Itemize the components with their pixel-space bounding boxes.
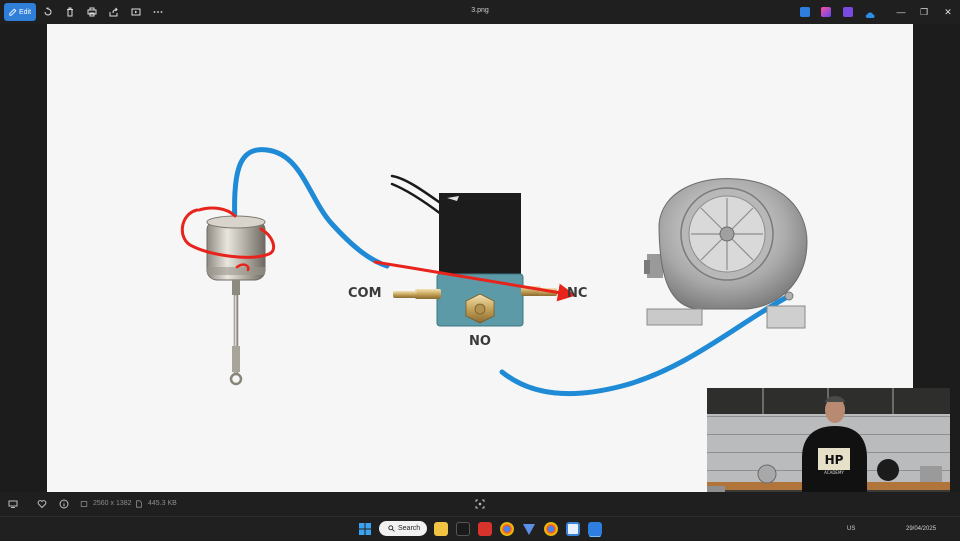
edit-button[interactable]: Edit xyxy=(4,3,36,21)
info-icon[interactable] xyxy=(59,499,69,509)
shirt-logo: HP xyxy=(825,453,844,467)
rotate-icon[interactable] xyxy=(42,6,54,18)
more-options-icon[interactable] xyxy=(152,6,164,18)
vpn-app-icon[interactable] xyxy=(522,522,536,536)
hose-no-to-turbo xyxy=(499,293,792,397)
image-dimensions: 2560 x 1382 xyxy=(93,500,132,507)
window-title: 3.png xyxy=(471,7,489,14)
taskbar: Search US 29/04/2025 xyxy=(0,516,960,540)
title-bar: Edit 3.png — ❐ ✕ xyxy=(0,0,960,24)
slideshow-icon[interactable] xyxy=(130,6,142,18)
file-size: 445.3 KB xyxy=(148,500,177,507)
print-icon[interactable] xyxy=(86,6,98,18)
minimize-button[interactable]: — xyxy=(894,5,908,19)
fit-to-window-icon[interactable] xyxy=(475,499,485,509)
wastegate-actuator xyxy=(206,215,266,386)
search-label: Search xyxy=(398,525,421,532)
clipchamp-app-icon[interactable] xyxy=(843,7,853,17)
editor-app-icon[interactable] xyxy=(800,7,810,17)
onedrive-icon[interactable] xyxy=(865,7,875,18)
chrome-browser-icon-2[interactable] xyxy=(544,522,558,536)
taskbar-search[interactable]: Search xyxy=(379,521,427,536)
file-explorer-icon[interactable] xyxy=(434,522,448,536)
label-com: COM xyxy=(348,286,382,301)
delete-icon[interactable] xyxy=(64,6,76,18)
maximize-button[interactable]: ❐ xyxy=(917,5,931,19)
ndi-app-icon[interactable] xyxy=(456,522,470,536)
photos-app-icon[interactable] xyxy=(588,522,602,536)
search-icon xyxy=(388,525,395,532)
dimensions-icon xyxy=(80,499,88,509)
status-bar: 2560 x 1382 445.3 KB xyxy=(0,492,960,516)
filmstrip-icon[interactable] xyxy=(8,499,18,509)
label-nc: NC xyxy=(567,286,588,301)
boost-solenoid xyxy=(390,174,557,327)
designer-app-icon[interactable] xyxy=(821,7,831,17)
calendar-app-icon[interactable] xyxy=(478,522,492,536)
favorite-heart-icon[interactable] xyxy=(37,499,47,509)
close-button[interactable]: ✕ xyxy=(941,5,955,19)
chrome-browser-icon[interactable] xyxy=(500,522,514,536)
edit-button-label: Edit xyxy=(18,8,32,16)
turbocharger xyxy=(644,178,808,329)
file-size-icon xyxy=(135,499,143,509)
keyboard-language[interactable]: US xyxy=(847,526,855,532)
shirt-sublogo: ACADEMY xyxy=(824,470,844,475)
share-icon[interactable] xyxy=(108,6,120,18)
edit-icon xyxy=(9,8,17,16)
clock-date[interactable]: 29/04/2025 xyxy=(906,526,936,532)
notepad-app-icon[interactable] xyxy=(566,522,580,536)
start-windows-icon[interactable] xyxy=(358,522,372,536)
label-no: NO xyxy=(469,334,491,349)
